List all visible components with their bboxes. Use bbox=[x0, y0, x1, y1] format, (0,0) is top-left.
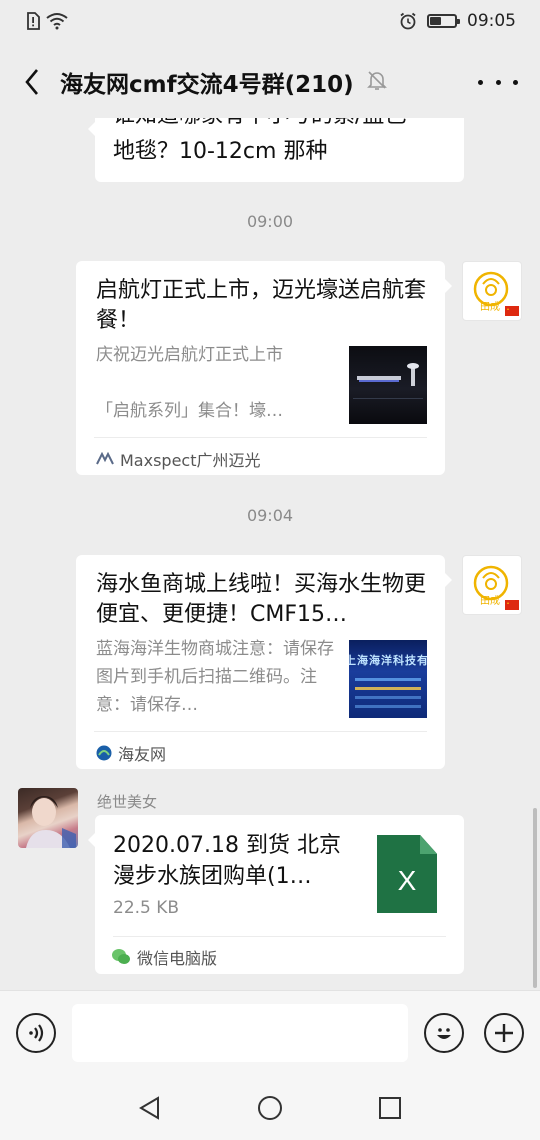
battery-level-fill bbox=[430, 17, 441, 25]
message-input[interactable] bbox=[72, 1004, 408, 1062]
message-text-line: 谁知道哪家有中小号的紫/蓝色 bbox=[113, 118, 446, 134]
emoji-button[interactable] bbox=[424, 1013, 464, 1053]
card-divider bbox=[113, 936, 446, 937]
card-description: 蓝海海洋生物商城注意：请保存图片到手机后扫描二维码。注意：请保存… bbox=[96, 639, 334, 715]
sender-avatar[interactable] bbox=[18, 788, 78, 848]
card-thumbnail bbox=[349, 346, 427, 424]
clock-time: 09:05 bbox=[467, 11, 516, 31]
file-message[interactable]: 2020.07.18 到货 北京漫步水族团购单(1… 22.5 KB X 微信电… bbox=[88, 815, 464, 974]
card-title: 启航灯正式上市，迈光壕送启航套餐！ bbox=[96, 278, 427, 333]
mute-bell-icon bbox=[367, 71, 387, 90]
chat-header: 海友网cmf交流4号群(210) bbox=[0, 46, 540, 118]
text-message-bubble[interactable]: 谁知道哪家有中小号的紫/蓝色 地毯？10-12cm 那种 bbox=[88, 118, 464, 182]
maxspect-logo-icon bbox=[96, 452, 114, 465]
more-functions-button[interactable] bbox=[484, 1013, 524, 1053]
avatar-logo-text: 田成 bbox=[480, 595, 500, 607]
chat-scrollbar[interactable] bbox=[533, 808, 537, 988]
link-card-message[interactable]: 海水鱼商城上线啦！买海水生物更便宜、更便捷！CMF15… 蓝海海洋生物商城注意：… bbox=[76, 555, 452, 769]
card-title: 海水鱼商城上线啦！买海水生物更便宜、更便捷！CMF15… bbox=[96, 572, 427, 627]
china-flag-icon bbox=[505, 306, 519, 316]
source-name: Maxspect广州迈光 bbox=[120, 451, 261, 470]
battery-icon bbox=[427, 14, 460, 28]
card-source: 海友网 bbox=[96, 741, 166, 765]
woman-portrait-graphic bbox=[26, 796, 76, 848]
card-divider bbox=[94, 731, 427, 732]
avatar-logo-text: 田成 bbox=[480, 301, 500, 313]
card-source: Maxspect广州迈光 bbox=[96, 447, 261, 471]
source-name: 微信电脑版 bbox=[137, 949, 218, 968]
status-bar: 09:05 bbox=[0, 0, 540, 46]
sender-name: 绝世美女 bbox=[97, 793, 158, 811]
message-input-bar bbox=[0, 990, 540, 1074]
chat-title: 海友网cmf交流4号群(210) bbox=[60, 72, 354, 98]
back-button[interactable] bbox=[14, 64, 50, 100]
voice-button[interactable] bbox=[16, 1013, 56, 1053]
alarm-icon bbox=[400, 12, 416, 30]
card-description: 庆祝迈光启航灯正式上市 bbox=[96, 345, 283, 365]
nav-home-button[interactable] bbox=[256, 1094, 284, 1122]
timestamp: 09:00 bbox=[246, 212, 294, 231]
tiancheng-logo-icon: 田成 bbox=[473, 271, 519, 316]
nav-home-icon bbox=[258, 1096, 282, 1120]
nav-back-button[interactable] bbox=[136, 1094, 164, 1122]
card-description: 「启航系列」集合！壕… bbox=[96, 401, 283, 421]
nav-back-icon bbox=[139, 1096, 159, 1120]
sender-avatar[interactable]: 田成 bbox=[462, 555, 522, 615]
more-options-button[interactable] bbox=[478, 68, 518, 96]
sim-alert-icon bbox=[27, 12, 40, 30]
china-flag-icon bbox=[505, 600, 519, 610]
haiyou-logo-icon bbox=[96, 745, 112, 761]
sender-avatar[interactable]: 田成 bbox=[462, 261, 522, 321]
card-thumbnail: 上海海洋科技有 bbox=[349, 640, 427, 718]
nav-recents-button[interactable] bbox=[376, 1094, 404, 1122]
excel-fold bbox=[420, 835, 437, 854]
wechat-pc-icon bbox=[112, 949, 130, 964]
voice-icon bbox=[29, 1024, 44, 1042]
emoji-icon bbox=[437, 1028, 451, 1039]
more-dot bbox=[478, 79, 483, 85]
excel-letter: X bbox=[397, 865, 417, 896]
system-nav-bar bbox=[0, 1074, 540, 1140]
plus-icon bbox=[495, 1024, 513, 1042]
source-name: 海友网 bbox=[118, 745, 167, 764]
card-divider bbox=[94, 437, 427, 438]
chat-message-list[interactable]: 谁知道哪家有中小号的紫/蓝色 地毯？10-12cm 那种 09:00 启航灯正式… bbox=[0, 118, 540, 990]
more-dot bbox=[513, 79, 518, 85]
status-left-icons bbox=[26, 12, 68, 30]
lamp-product-graphic bbox=[353, 363, 423, 399]
thumbnail-text: 上海海洋科技有 bbox=[349, 654, 427, 667]
nav-recents-icon bbox=[379, 1097, 401, 1119]
message-text-line: 地毯？10-12cm 那种 bbox=[113, 139, 328, 164]
status-right: 09:05 bbox=[399, 11, 516, 31]
excel-file-icon: X bbox=[377, 835, 437, 913]
file-size: 22.5 KB bbox=[113, 898, 180, 918]
wifi-icon bbox=[46, 13, 68, 30]
timestamp: 09:04 bbox=[246, 506, 294, 525]
link-card-message[interactable]: 启航灯正式上市，迈光壕送启航套餐！ 庆祝迈光启航灯正式上市 「启航系列」集合！壕… bbox=[76, 261, 452, 475]
file-name: 2020.07.18 到货 北京漫步水族团购单(1… bbox=[113, 833, 341, 889]
tiancheng-logo-icon: 田成 bbox=[473, 565, 519, 610]
back-arrow-icon bbox=[25, 69, 38, 95]
more-dot bbox=[495, 79, 501, 85]
card-source: 微信电脑版 bbox=[111, 945, 217, 969]
